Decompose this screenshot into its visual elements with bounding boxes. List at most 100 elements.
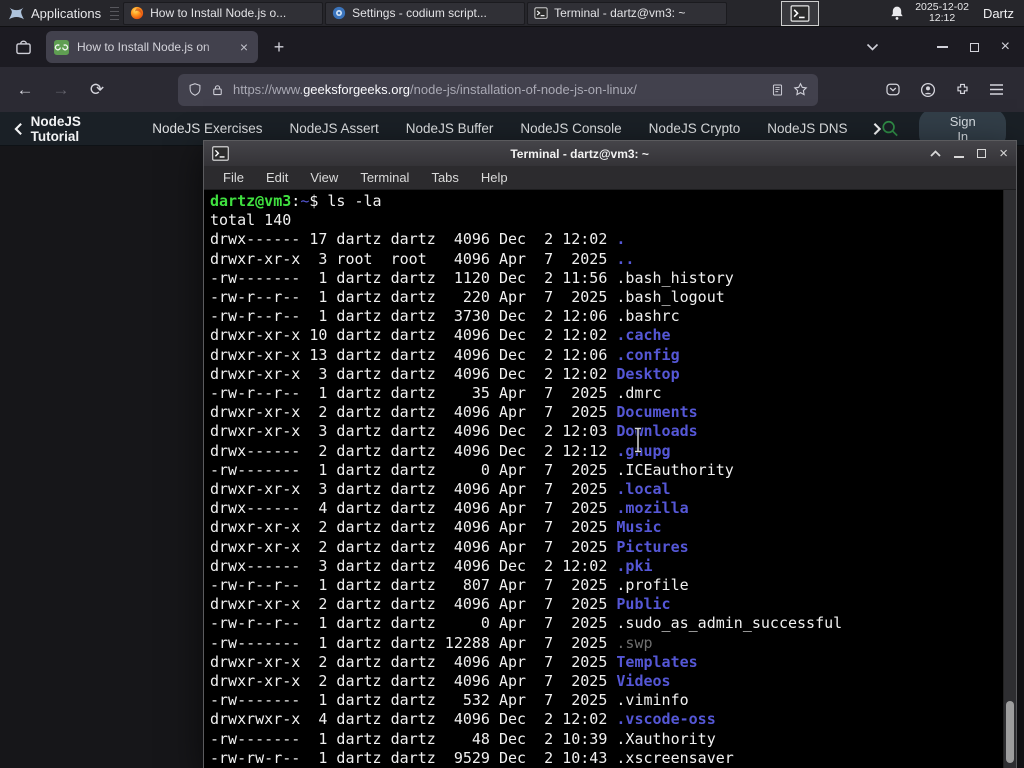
- pocket-icon[interactable]: [885, 82, 901, 97]
- terminal-output-line: drwxr-xr-x 2 dartz dartz 4096 Apr 7 2025…: [210, 595, 671, 614]
- terminal-title-bar[interactable]: Terminal - dartz@vm3: ~ ×: [204, 141, 1016, 166]
- reader-view-icon[interactable]: [771, 83, 784, 97]
- minimize-icon[interactable]: [954, 155, 965, 158]
- terminal-output-line: -rw------- 1 dartz dartz 532 Apr 7 2025 …: [210, 691, 689, 710]
- terminal-window: Terminal - dartz@vm3: ~ × File Edit View…: [203, 140, 1017, 768]
- distro-logo-icon: [9, 7, 24, 19]
- sitenav-item[interactable]: NodeJS Buffer: [406, 121, 494, 136]
- url-scheme: https://www.: [233, 82, 304, 97]
- menu-file[interactable]: File: [212, 168, 255, 187]
- terminal-output-line: -rw------- 1 dartz dartz 1120 Dec 2 11:5…: [210, 268, 734, 287]
- terminal-output-line: -rw-r--r-- 1 dartz dartz 807 Apr 7 2025 …: [210, 576, 689, 595]
- terminal-scrollbar[interactable]: [1003, 190, 1016, 768]
- sitenav-item[interactable]: NodeJS Console: [520, 121, 621, 136]
- prompt-separator: :: [291, 192, 301, 210]
- menu-help[interactable]: Help: [470, 168, 519, 187]
- taskbar-item-settings[interactable]: Settings - codium script...: [325, 1, 526, 25]
- maximize-icon[interactable]: [969, 42, 979, 52]
- firefox-toolbar: ← → ⟳ https://www.geeksforgeeks.org/node…: [0, 67, 1024, 112]
- clock-time: 12:12: [928, 12, 956, 24]
- tab-title: How to Install Node.js on: [77, 40, 210, 54]
- close-icon[interactable]: ×: [1001, 39, 1010, 55]
- terminal-output-line: -rw-r--r-- 1 dartz dartz 0 Apr 7 2025 .s…: [210, 614, 843, 633]
- applications-label: Applications: [31, 5, 102, 21]
- menu-tabs[interactable]: Tabs: [420, 168, 469, 187]
- minimize-icon[interactable]: [936, 46, 948, 48]
- taskbar-item-firefox[interactable]: How to Install Node.js o...: [123, 1, 324, 25]
- menu-hamburger-icon[interactable]: [989, 83, 1004, 96]
- account-icon[interactable]: [920, 82, 936, 98]
- close-icon[interactable]: ×: [999, 146, 1008, 161]
- tray-terminal-indicator[interactable]: [781, 0, 820, 26]
- menu-edit[interactable]: Edit: [255, 168, 299, 187]
- reload-button[interactable]: ⟳: [82, 75, 112, 105]
- chevron-left-icon[interactable]: [14, 122, 23, 136]
- applications-menu-button[interactable]: Applications: [0, 0, 109, 26]
- terminal-output-line: -rw------- 1 dartz dartz 0 Apr 7 2025 .I…: [210, 460, 734, 479]
- terminal-output-line: drwxr-xr-x 3 root root 4096 Apr 7 2025 .…: [210, 249, 635, 268]
- text-cursor-pointer: [635, 427, 641, 453]
- url-domain: geeksforgeeks.org: [303, 82, 411, 97]
- chevron-down-icon: [866, 43, 878, 51]
- back-button[interactable]: ←: [10, 75, 40, 105]
- terminal-output-line: drwx------ 3 dartz dartz 4096 Dec 2 12:0…: [210, 556, 653, 575]
- terminal-output-line: drwxr-xr-x 10 dartz dartz 4096 Dec 2 12:…: [210, 326, 671, 345]
- sitenav-item[interactable]: NodeJS DNS: [767, 121, 847, 136]
- desktop: Applications How to Install Node.js o...…: [0, 0, 1024, 768]
- taskbar-item-label: How to Install Node.js o...: [150, 6, 287, 20]
- top-panel: Applications How to Install Node.js o...…: [0, 0, 1024, 27]
- terminal-screen[interactable]: dartz@vm3:~$ ls -la total 140 drwx------…: [204, 190, 1016, 768]
- prompt-user-host: dartz@vm3: [210, 192, 292, 210]
- terminal-output-line: drwxr-xr-x 2 dartz dartz 4096 Apr 7 2025…: [210, 537, 689, 556]
- extensions-icon[interactable]: [955, 82, 970, 97]
- panel-clock[interactable]: 2025-12-02 12:12: [915, 1, 969, 25]
- terminal-icon: [790, 4, 810, 22]
- search-icon[interactable]: [881, 119, 899, 138]
- scrollbar-thumb[interactable]: [1006, 701, 1014, 763]
- terminal-output-line: -rw------- 1 dartz dartz 12288 Apr 7 202…: [210, 633, 653, 652]
- sitenav-item[interactable]: NodeJS Exercises: [152, 121, 262, 136]
- terminal-output-line: -rw-r--r-- 1 dartz dartz 220 Apr 7 2025 …: [210, 288, 725, 307]
- terminal-output-line: drwxr-xr-x 2 dartz dartz 4096 Apr 7 2025…: [210, 403, 698, 422]
- menu-view[interactable]: View: [299, 168, 349, 187]
- shield-icon[interactable]: [188, 82, 202, 97]
- chevron-right-icon[interactable]: [873, 122, 882, 136]
- sitenav-item[interactable]: NodeJS Assert: [290, 121, 379, 136]
- sitenav-item-tutorial[interactable]: NodeJS Tutorial: [31, 114, 129, 144]
- lock-icon[interactable]: [211, 83, 224, 97]
- url-path: /node-js/installation-of-node-js-on-linu…: [410, 82, 637, 97]
- url-bar[interactable]: https://www.geeksforgeeks.org/node-js/in…: [178, 73, 818, 106]
- firefox-view-icon: [15, 40, 31, 54]
- terminal-output-line: drwx------ 17 dartz dartz 4096 Dec 2 12:…: [210, 230, 626, 249]
- firefox-icon: [130, 6, 144, 20]
- taskbar-item-label: Terminal - dartz@vm3: ~: [554, 6, 686, 20]
- firefox-window-controls: ×: [936, 39, 1010, 55]
- notification-bell-icon[interactable]: [889, 5, 905, 21]
- tab-close-icon[interactable]: ×: [238, 38, 250, 56]
- prompt-suffix: $: [309, 192, 328, 210]
- terminal-output-line: -rw-rw-r-- 1 dartz dartz 9529 Dec 2 10:4…: [210, 748, 734, 767]
- bookmark-star-icon[interactable]: [793, 82, 808, 97]
- terminal-output-line: drwx------ 4 dartz dartz 4096 Apr 7 2025…: [210, 499, 689, 518]
- terminal-command: ls -la: [327, 192, 382, 210]
- terminal-output-line: drwxr-xr-x 3 dartz dartz 4096 Dec 2 12:0…: [210, 364, 680, 383]
- terminal-prompt-line: dartz@vm3:~$ ls -la: [210, 192, 1002, 211]
- terminal-output-line: -rw-r--r-- 1 dartz dartz 3730 Dec 2 12:0…: [210, 307, 680, 326]
- terminal-window-title: Terminal - dartz@vm3: ~: [510, 146, 649, 161]
- sitenav-item[interactable]: NodeJS Crypto: [649, 121, 741, 136]
- list-all-tabs-button[interactable]: [866, 43, 879, 51]
- terminal-output-line: drwxr-xr-x 3 dartz dartz 4096 Dec 2 12:0…: [210, 422, 698, 441]
- new-tab-button[interactable]: +: [264, 32, 294, 62]
- forward-button[interactable]: →: [46, 75, 76, 105]
- maximize-icon[interactable]: [977, 149, 987, 158]
- browser-tab-active[interactable]: How to Install Node.js on ×: [46, 31, 258, 63]
- taskbar-item-terminal[interactable]: Terminal - dartz@vm3: ~: [527, 1, 728, 25]
- terminal-output-line: drwxr-xr-x 3 dartz dartz 4096 Apr 7 2025…: [210, 480, 671, 499]
- firefox-view-button[interactable]: [4, 32, 42, 62]
- terminal-total-line: total 140: [210, 211, 292, 230]
- toolbar-right-icons: [885, 82, 1004, 98]
- terminal-icon: [534, 7, 548, 19]
- menu-terminal[interactable]: Terminal: [349, 168, 420, 187]
- shade-chevron-up-icon[interactable]: [930, 150, 941, 157]
- user-menu[interactable]: Dartz: [983, 6, 1014, 21]
